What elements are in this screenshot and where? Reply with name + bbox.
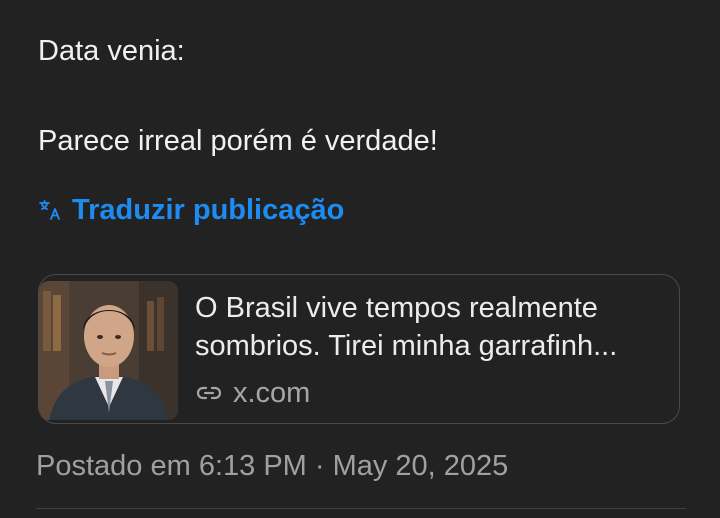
link-thumbnail: [39, 281, 178, 420]
translate-icon: [38, 198, 62, 222]
post-timestamp: Postado em 6:13 PM · May 20, 2025: [36, 450, 509, 482]
link-card-domain: x.com: [195, 375, 310, 411]
link-card-title: O Brasil vive tempos realmente sombrios.…: [195, 289, 665, 365]
link-card-title-line-1: O Brasil vive tempos realmente: [195, 292, 598, 324]
divider: [36, 508, 686, 509]
link-card-title-line-2: sombrios. Tirei minha garrafinh...: [195, 330, 618, 362]
link-icon: [195, 379, 223, 407]
post-text-line-2: Parece irreal porém é verdade!: [38, 125, 438, 157]
translate-post-button[interactable]: Traduzir publicação: [38, 190, 344, 230]
post-text-line-1: Data venia:: [38, 35, 185, 67]
translate-label: Traduzir publicação: [72, 193, 345, 226]
link-preview-card[interactable]: O Brasil vive tempos realmente sombrios.…: [38, 274, 680, 424]
link-domain-text: x.com: [233, 376, 311, 409]
